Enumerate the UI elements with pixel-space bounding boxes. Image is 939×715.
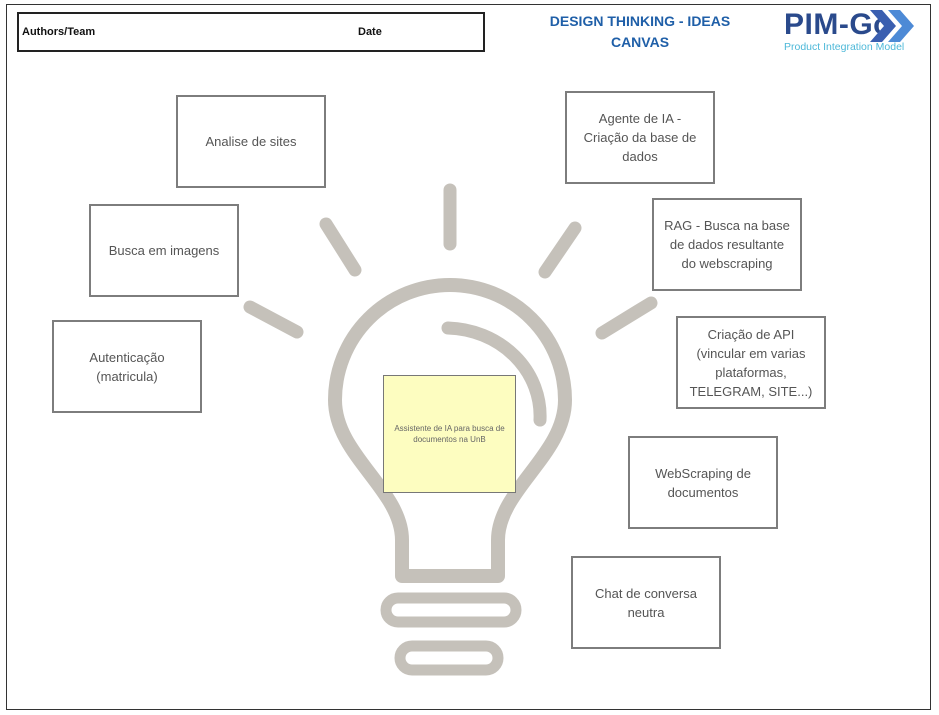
idea-card: WebScraping de documentos bbox=[628, 436, 778, 529]
idea-card: Agente de IA - Criação da base de dados bbox=[565, 91, 715, 184]
ray-left bbox=[243, 300, 304, 339]
idea-card: Chat de conversa neutra bbox=[571, 556, 721, 649]
ray-right bbox=[595, 296, 658, 340]
idea-card: RAG - Busca na base de dados resultante … bbox=[652, 198, 802, 291]
center-idea-note: Assistente de IA para busca de documento… bbox=[383, 375, 516, 493]
ray-upper-left bbox=[319, 217, 362, 277]
idea-card: Criação de API (vincular em varias plata… bbox=[676, 316, 826, 409]
idea-card: Analise de sites bbox=[176, 95, 326, 188]
idea-card: Autenticação (matricula) bbox=[52, 320, 202, 413]
idea-card: Busca em imagens bbox=[89, 204, 239, 297]
ray-upper-right bbox=[538, 221, 582, 279]
bulb-base-band-2 bbox=[394, 640, 504, 676]
bulb-base-band-1 bbox=[380, 592, 522, 628]
